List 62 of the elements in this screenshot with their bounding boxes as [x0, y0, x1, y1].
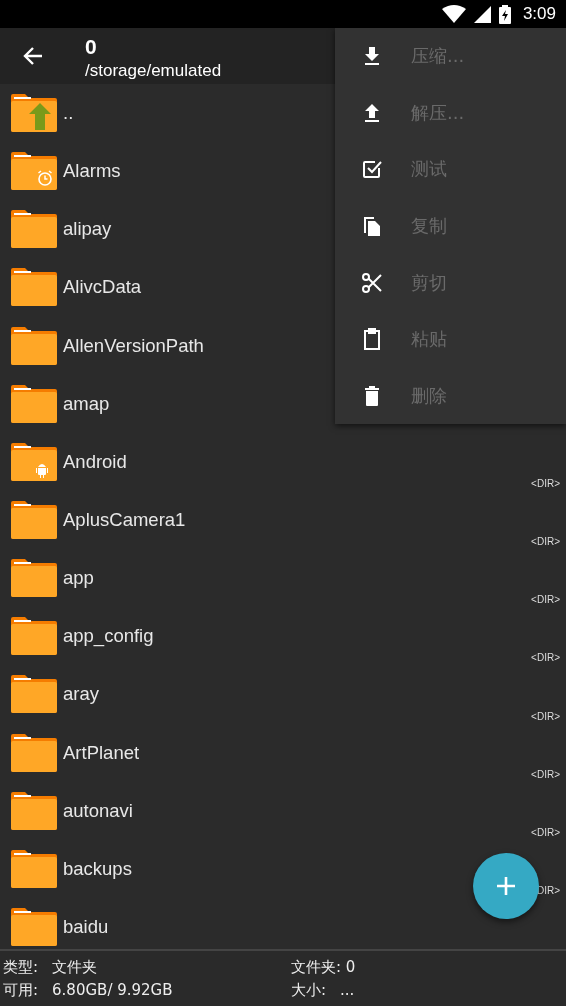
folder-name: backups	[63, 857, 132, 880]
folder-name: Alarms	[63, 160, 121, 183]
folder-name: autonavi	[63, 799, 133, 822]
plus-icon	[496, 876, 516, 896]
dir-label: <DIR>	[531, 478, 560, 489]
folder-icon	[11, 908, 57, 947]
folder-icon	[11, 94, 57, 133]
folder-name: AplusCamera1	[63, 509, 186, 532]
dir-label: <DIR>	[531, 768, 560, 780]
file-row[interactable]: ArtPlanet <DIR>	[0, 723, 566, 782]
folder-name: baidu	[63, 916, 109, 939]
folder-icon	[11, 442, 57, 481]
clock: 3:09	[522, 4, 556, 24]
folder-name: AllenVersionPath	[63, 334, 204, 357]
dir-label: <DIR>	[531, 710, 560, 722]
folder-icon	[11, 268, 57, 307]
dir-label: <DIR>	[531, 594, 560, 606]
folder-icon	[11, 326, 57, 365]
dir-label: <DIR>	[531, 826, 560, 838]
file-row[interactable]: app <DIR>	[0, 549, 566, 608]
folder-icon	[11, 210, 57, 249]
folder-icon	[11, 384, 57, 423]
folder-name: ..	[63, 102, 74, 125]
folder-name: aray	[63, 683, 99, 706]
folder-name: amap	[63, 392, 110, 415]
folder-name: alipay	[63, 218, 112, 241]
back-arrow-icon[interactable]	[23, 46, 43, 66]
folder-name: Android	[63, 450, 127, 473]
free-label: 可用:	[3, 980, 39, 1000]
folder-icon	[11, 152, 57, 191]
folder-icon	[11, 733, 57, 772]
folder-title: 0	[85, 35, 98, 59]
file-row[interactable]: Android <DIR>	[0, 432, 566, 491]
folder-icon	[11, 617, 57, 656]
wifi-icon	[441, 5, 466, 23]
free-space-value: 6.80GB/ 9.92GB	[52, 980, 173, 1000]
type-value: 文件夹	[52, 957, 98, 977]
folder-icon	[11, 501, 57, 540]
dir-label: <DIR>	[531, 536, 560, 548]
file-row[interactable]: app_config <DIR>	[0, 607, 566, 666]
battery-icon	[498, 4, 511, 24]
signal-icon	[473, 5, 491, 23]
size-value: ...	[340, 980, 355, 1000]
folder-icon	[11, 791, 57, 830]
add-button[interactable]	[473, 853, 539, 919]
folder-icon	[11, 559, 57, 598]
scissors-icon	[360, 270, 384, 295]
folder-name: app	[63, 567, 94, 590]
size-label: 大小:	[291, 980, 327, 1000]
folder-name: AlivcData	[63, 276, 142, 299]
folder-icon	[11, 849, 57, 888]
folder-icon	[11, 675, 57, 714]
type-label: 类型:	[3, 957, 39, 977]
file-row[interactable]: aray <DIR>	[0, 665, 566, 724]
folder-count: 文件夹: 0	[291, 957, 356, 977]
folder-path: /storage/emulated	[85, 61, 222, 81]
folder-name: app_config	[63, 625, 154, 648]
folder-name: ArtPlanet	[63, 741, 140, 764]
dir-label: <DIR>	[531, 652, 560, 664]
file-row[interactable]: AplusCamera1 <DIR>	[0, 491, 566, 550]
file-row[interactable]: autonavi <DIR>	[0, 781, 566, 840]
file-row[interactable]: baidu	[0, 897, 566, 949]
